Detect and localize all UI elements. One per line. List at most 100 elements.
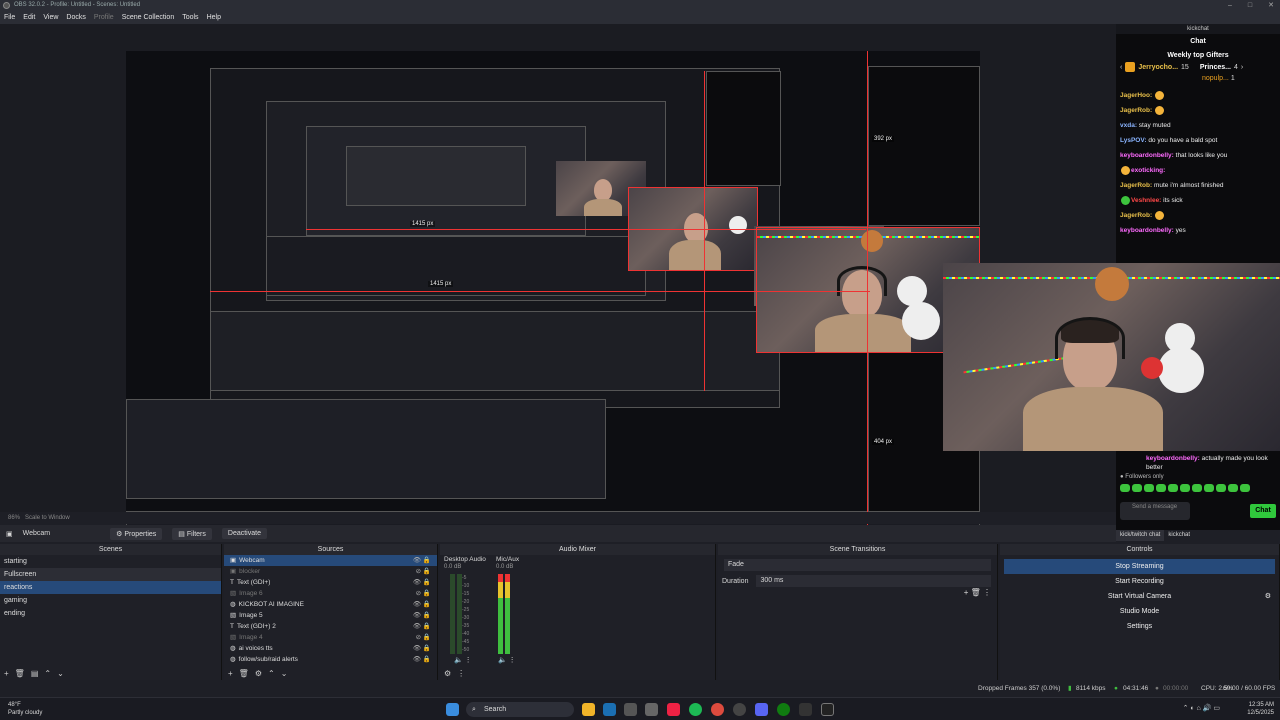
source-item[interactable]: ◍ ai voices tts 👁 🔒 — [224, 643, 437, 654]
transition-menu-icon[interactable]: ⋮ — [983, 588, 991, 597]
scene-item[interactable]: starting — [0, 555, 221, 568]
mixer-menu-icon[interactable]: ⋮ — [457, 669, 465, 678]
weather-desc: Partly cloudy — [8, 710, 43, 716]
file-explorer-icon[interactable] — [582, 703, 595, 716]
visibility-lock-icons[interactable]: ⊘ 🔒 — [416, 632, 431, 643]
menu-tools[interactable]: Tools — [182, 11, 198, 24]
move-up-icon[interactable]: ⌃ — [268, 669, 275, 678]
visibility-lock-icons[interactable]: 👁 🔒 — [413, 610, 431, 621]
menu-docks[interactable]: Docks — [66, 11, 85, 24]
add-scene-icon[interactable]: + — [4, 669, 9, 678]
menu-edit[interactable]: Edit — [23, 11, 35, 24]
source-item[interactable]: ▧ Image 4 ⊘ 🔒 — [224, 632, 437, 643]
remove-source-icon[interactable]: 🗑 — [239, 669, 249, 678]
settings-icon[interactable] — [645, 703, 658, 716]
source-item[interactable]: ▣ blocker ⊘ 🔒 — [224, 566, 437, 577]
move-up-icon[interactable]: ⌃ — [44, 669, 51, 678]
visibility-lock-icons[interactable]: 👁 🔒 — [413, 643, 431, 654]
add-source-icon[interactable]: + — [228, 669, 233, 678]
scene-item[interactable]: reactions — [0, 581, 221, 594]
taskbar-search[interactable]: ⌕ Search — [466, 702, 574, 717]
mic-aux-mute-icon[interactable]: 🔈 ⋮ — [498, 656, 516, 664]
obs-taskbar-icon[interactable] — [733, 703, 746, 716]
close-icon[interactable]: ✕ — [1268, 0, 1274, 11]
settings-button[interactable]: Settings — [1004, 619, 1275, 634]
nested-dock-row — [126, 399, 606, 499]
windows-start-icon[interactable] — [446, 703, 459, 716]
add-transition-icon[interactable]: + — [964, 588, 969, 597]
chrome-icon[interactable] — [711, 703, 724, 716]
menu-file[interactable]: File — [4, 11, 15, 24]
menu-help[interactable]: Help — [207, 11, 221, 24]
source-item[interactable]: ◍ KICKBOT AI IMAGINE 👁 🔒 — [224, 599, 437, 610]
maximize-icon[interactable]: □ — [1248, 0, 1252, 11]
scene-filters-icon[interactable]: ▤ — [31, 669, 39, 678]
visibility-lock-icons[interactable]: 👁 🔒 — [413, 599, 431, 610]
preview-canvas[interactable]: 1415 px 1415 px 392 px 404 px — [126, 51, 980, 533]
remove-transition-icon[interactable]: 🗑 — [971, 588, 981, 597]
desktop-audio-mute-icon[interactable]: 🔈 ⋮ — [454, 656, 472, 664]
tab-kickchat[interactable]: kickchat — [1164, 530, 1194, 541]
gift-icon — [1125, 62, 1136, 72]
emote-bar[interactable] — [1116, 482, 1280, 494]
scene-item[interactable]: Fullscreen — [0, 568, 221, 581]
scale-mode[interactable]: Scale to Window — [25, 515, 70, 521]
source-settings-icon[interactable]: ⚙ — [255, 669, 262, 678]
source-item[interactable]: T Text (GDI+) 2 👁 🔒 — [224, 621, 437, 632]
app-icon[interactable] — [799, 703, 812, 716]
duration-input[interactable]: 300 ms — [756, 575, 991, 587]
source-item[interactable]: ▣ Webcam 👁 🔒 — [224, 555, 437, 566]
source-item[interactable]: T Text (GDI+) 👁 🔒 — [224, 577, 437, 588]
discord-icon[interactable] — [755, 703, 768, 716]
source-item[interactable]: ▧ Image 6 ⊘ 🔒 — [224, 588, 437, 599]
gear-icon[interactable]: ⚙ — [1265, 589, 1271, 604]
scene-item[interactable]: ending — [0, 607, 221, 620]
system-tray-icons[interactable]: ⌃ ◐ ⌂ 🔊 ▭ — [1183, 704, 1220, 712]
visibility-lock-icons[interactable]: 👁 🔒 — [413, 654, 431, 665]
chat-title: Chat — [1190, 38, 1206, 45]
xbox-icon[interactable] — [777, 703, 790, 716]
steam-icon[interactable] — [603, 703, 616, 716]
remove-scene-icon[interactable]: 🗑 — [15, 669, 25, 678]
scene-item[interactable]: gaming — [0, 594, 221, 607]
chat-send-button[interactable]: Chat — [1250, 504, 1276, 518]
visibility-lock-icons[interactable]: ⊘ 🔒 — [416, 588, 431, 599]
start-virtual-camera-button[interactable]: Start Virtual Camera ⚙ — [1004, 589, 1275, 604]
chevron-left-icon[interactable]: ‹ — [1120, 64, 1122, 71]
transition-type-select[interactable]: Fade — [724, 559, 991, 571]
zoom-level[interactable]: 86% — [8, 515, 20, 521]
chevron-right-icon[interactable]: › — [1241, 64, 1243, 71]
taskbar-clock[interactable]: 12:35 AM 12/5/2025 — [1247, 701, 1274, 717]
mixer-settings-icon[interactable]: ⚙ — [444, 669, 451, 678]
app-icon[interactable] — [821, 703, 834, 716]
move-down-icon[interactable]: ⌄ — [281, 669, 288, 678]
visibility-lock-icons[interactable]: ⊘ 🔒 — [416, 566, 431, 577]
visibility-lock-icons[interactable]: 👁 🔒 — [413, 555, 431, 566]
stop-streaming-button[interactable]: Stop Streaming — [1004, 559, 1275, 574]
start-recording-button[interactable]: Start Recording — [1004, 574, 1275, 589]
minimize-icon[interactable]: – — [1228, 0, 1232, 11]
source-item[interactable]: ◍ follow/sub/raid alerts 👁 🔒 — [224, 654, 437, 665]
tab-kick-twitch-chat[interactable]: kick/twitch chat — [1116, 530, 1165, 541]
chat-user: JagerRob: — [1120, 182, 1153, 189]
chat-footer: keyboardonbelly: actually made you look … — [1116, 454, 1280, 530]
brave-browser-icon[interactable] — [667, 703, 680, 716]
menu-view[interactable]: View — [43, 11, 58, 24]
deactivate-button[interactable]: Deactivate — [221, 528, 267, 539]
spotify-icon[interactable] — [689, 703, 702, 716]
studio-mode-button[interactable]: Studio Mode — [1004, 604, 1275, 619]
visibility-lock-icons[interactable]: 👁 🔒 — [413, 577, 431, 588]
properties-button[interactable]: ⚙ Properties — [110, 527, 163, 540]
menu-profile[interactable]: Profile — [94, 11, 114, 24]
weather-widget[interactable]: 48°F Partly cloudy — [8, 701, 42, 717]
source-item[interactable]: ▧ Image 5 👁 🔒 — [224, 610, 437, 621]
move-down-icon[interactable]: ⌄ — [57, 669, 64, 678]
filters-button[interactable]: ▤ Filters — [172, 527, 212, 540]
visibility-lock-icons[interactable]: 👁 🔒 — [413, 621, 431, 632]
chat-message-input[interactable]: Send a message — [1120, 502, 1190, 520]
source-label: KICKBOT AI IMAGINE — [238, 601, 304, 608]
terminal-icon[interactable] — [624, 703, 637, 716]
menu-scene-collection[interactable]: Scene Collection — [122, 11, 175, 24]
weather-temp: 48°F — [8, 702, 21, 708]
image-icon: ▧ — [230, 590, 237, 597]
